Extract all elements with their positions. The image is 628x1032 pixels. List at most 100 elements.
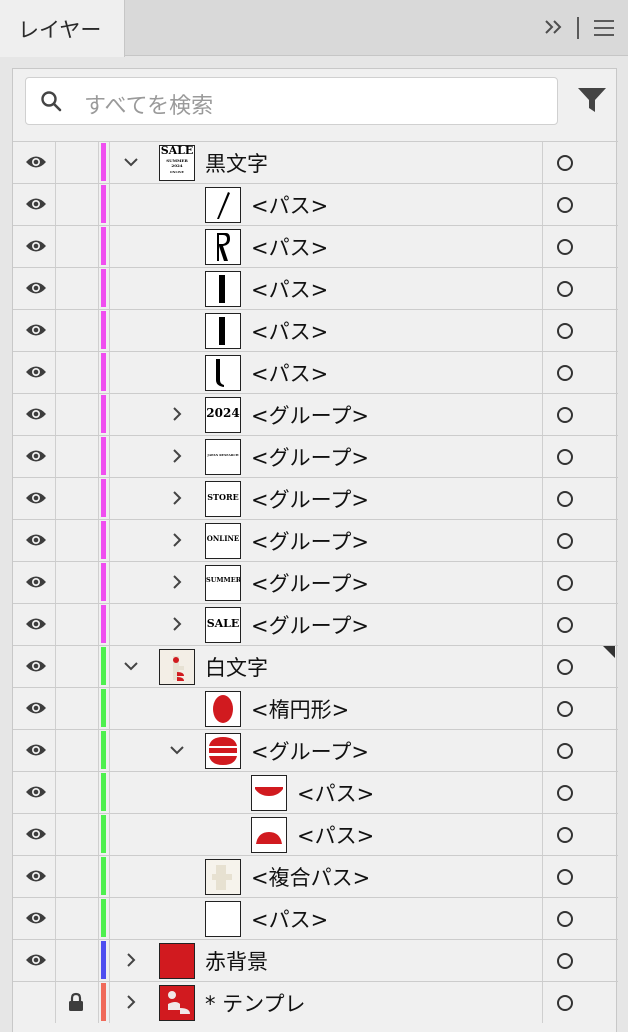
layer-name[interactable]: <パス> bbox=[251, 274, 328, 304]
chevron-down-icon[interactable] bbox=[121, 152, 141, 172]
chevron-right-icon[interactable] bbox=[121, 950, 141, 970]
visibility-eye-icon[interactable] bbox=[25, 700, 47, 716]
layer-name[interactable]: * テンプレ bbox=[205, 988, 306, 1018]
layer-name[interactable]: 赤背景 bbox=[205, 946, 268, 976]
chevron-right-icon[interactable] bbox=[167, 446, 187, 466]
target-circle-icon[interactable] bbox=[557, 785, 573, 801]
layer-row[interactable]: 赤背景 bbox=[13, 939, 618, 981]
layer-name[interactable]: <グループ> bbox=[251, 568, 369, 598]
layer-name[interactable]: <楕円形> bbox=[251, 694, 349, 724]
target-circle-icon[interactable] bbox=[557, 239, 573, 255]
target-circle-icon[interactable] bbox=[557, 197, 573, 213]
target-circle-icon[interactable] bbox=[557, 911, 573, 927]
filter-icon[interactable] bbox=[577, 85, 607, 115]
layer-row[interactable]: <グループ> bbox=[13, 729, 618, 771]
visibility-eye-icon[interactable] bbox=[25, 868, 47, 884]
layer-name[interactable]: <グループ> bbox=[251, 610, 369, 640]
tab-layers[interactable]: レイヤー bbox=[0, 0, 125, 57]
chevron-right-icon[interactable] bbox=[167, 488, 187, 508]
target-circle-icon[interactable] bbox=[557, 743, 573, 759]
layer-row[interactable]: <複合パス> bbox=[13, 855, 618, 897]
visibility-eye-icon[interactable] bbox=[25, 406, 47, 422]
layer-row[interactable]: <パス> bbox=[13, 267, 618, 309]
layer-name[interactable]: <パス> bbox=[297, 820, 374, 850]
hamburger-menu-icon[interactable] bbox=[594, 20, 614, 36]
layer-row[interactable]: SALE <グループ> bbox=[13, 603, 618, 645]
target-circle-icon[interactable] bbox=[557, 659, 573, 675]
layer-name[interactable]: <パス> bbox=[251, 316, 328, 346]
layer-name[interactable]: <パス> bbox=[251, 190, 328, 220]
target-circle-icon[interactable] bbox=[557, 281, 573, 297]
visibility-eye-icon[interactable] bbox=[25, 196, 47, 212]
layer-row[interactable]: <パス> bbox=[13, 897, 618, 939]
layer-row[interactable]: <パス> bbox=[13, 309, 618, 351]
layer-name[interactable]: <パス> bbox=[251, 358, 328, 388]
layer-name[interactable]: <パス> bbox=[251, 232, 328, 262]
layer-name[interactable]: <パス> bbox=[297, 778, 374, 808]
target-circle-icon[interactable] bbox=[557, 869, 573, 885]
target-circle-icon[interactable] bbox=[557, 575, 573, 591]
chevron-right-icon[interactable] bbox=[167, 572, 187, 592]
chevron-down-icon[interactable] bbox=[121, 656, 141, 676]
visibility-eye-icon[interactable] bbox=[25, 280, 47, 296]
layer-name[interactable]: 白文字 bbox=[205, 652, 268, 682]
layer-name[interactable]: <複合パス> bbox=[251, 862, 370, 892]
chevron-right-icon[interactable] bbox=[167, 530, 187, 550]
visibility-eye-icon[interactable] bbox=[25, 784, 47, 800]
target-circle-icon[interactable] bbox=[557, 491, 573, 507]
layer-row[interactable]: SUMMER <グループ> bbox=[13, 561, 618, 603]
visibility-eye-icon[interactable] bbox=[25, 532, 47, 548]
layer-row[interactable]: <パス> bbox=[13, 183, 618, 225]
layer-name[interactable]: 黒文字 bbox=[205, 148, 268, 178]
layer-row[interactable]: <楕円形> bbox=[13, 687, 618, 729]
layer-row[interactable]: <パス> bbox=[13, 813, 618, 855]
target-circle-icon[interactable] bbox=[557, 533, 573, 549]
target-circle-icon[interactable] bbox=[557, 155, 573, 171]
layer-row[interactable]: <パス> bbox=[13, 225, 618, 267]
layer-row[interactable]: * テンプレ bbox=[13, 981, 618, 1023]
layer-name[interactable]: <パス> bbox=[251, 904, 328, 934]
visibility-eye-icon[interactable] bbox=[25, 952, 47, 968]
layer-name[interactable]: <グループ> bbox=[251, 526, 369, 556]
layer-row[interactable]: <パス> bbox=[13, 771, 618, 813]
visibility-eye-icon[interactable] bbox=[25, 616, 47, 632]
visibility-eye-icon[interactable] bbox=[25, 742, 47, 758]
target-circle-icon[interactable] bbox=[557, 701, 573, 717]
target-circle-icon[interactable] bbox=[557, 827, 573, 843]
chevron-right-icon[interactable] bbox=[167, 404, 187, 424]
visibility-eye-icon[interactable] bbox=[25, 490, 47, 506]
layer-name[interactable]: <グループ> bbox=[251, 442, 369, 472]
layer-row[interactable]: 白文字 bbox=[13, 645, 618, 687]
visibility-eye-icon[interactable] bbox=[25, 574, 47, 590]
layer-row[interactable]: SALE SUMMER 2024 ONLINE 黒文字 bbox=[13, 141, 618, 183]
layer-name[interactable]: <グループ> bbox=[251, 400, 369, 430]
target-circle-icon[interactable] bbox=[557, 617, 573, 633]
layer-name[interactable]: <グループ> bbox=[251, 736, 369, 766]
lock-icon[interactable] bbox=[67, 992, 85, 1012]
target-circle-icon[interactable] bbox=[557, 953, 573, 969]
visibility-eye-icon[interactable] bbox=[25, 448, 47, 464]
chevron-right-icon[interactable] bbox=[167, 614, 187, 634]
target-circle-icon[interactable] bbox=[557, 407, 573, 423]
target-circle-icon[interactable] bbox=[557, 995, 573, 1011]
layer-row[interactable]: STORE <グループ> bbox=[13, 477, 618, 519]
visibility-eye-icon[interactable] bbox=[25, 322, 47, 338]
visibility-eye-icon[interactable] bbox=[25, 154, 47, 170]
visibility-eye-icon[interactable] bbox=[25, 364, 47, 380]
layer-row[interactable]: JAPAN RESEARCH <グループ> bbox=[13, 435, 618, 477]
search-field[interactable]: すべてを検索 bbox=[25, 77, 558, 125]
layer-row[interactable]: <パス> bbox=[13, 351, 618, 393]
double-chevron-right-icon[interactable] bbox=[543, 18, 565, 40]
chevron-right-icon[interactable] bbox=[121, 992, 141, 1012]
target-circle-icon[interactable] bbox=[557, 365, 573, 381]
target-circle-icon[interactable] bbox=[557, 323, 573, 339]
visibility-eye-icon[interactable] bbox=[25, 658, 47, 674]
visibility-eye-icon[interactable] bbox=[25, 910, 47, 926]
layer-name[interactable]: <グループ> bbox=[251, 484, 369, 514]
layer-row[interactable]: ONLINE <グループ> bbox=[13, 519, 618, 561]
visibility-eye-icon[interactable] bbox=[25, 826, 47, 842]
chevron-down-icon[interactable] bbox=[167, 740, 187, 760]
layer-row[interactable]: 2024 <グループ> bbox=[13, 393, 618, 435]
visibility-eye-icon[interactable] bbox=[25, 238, 47, 254]
target-circle-icon[interactable] bbox=[557, 449, 573, 465]
